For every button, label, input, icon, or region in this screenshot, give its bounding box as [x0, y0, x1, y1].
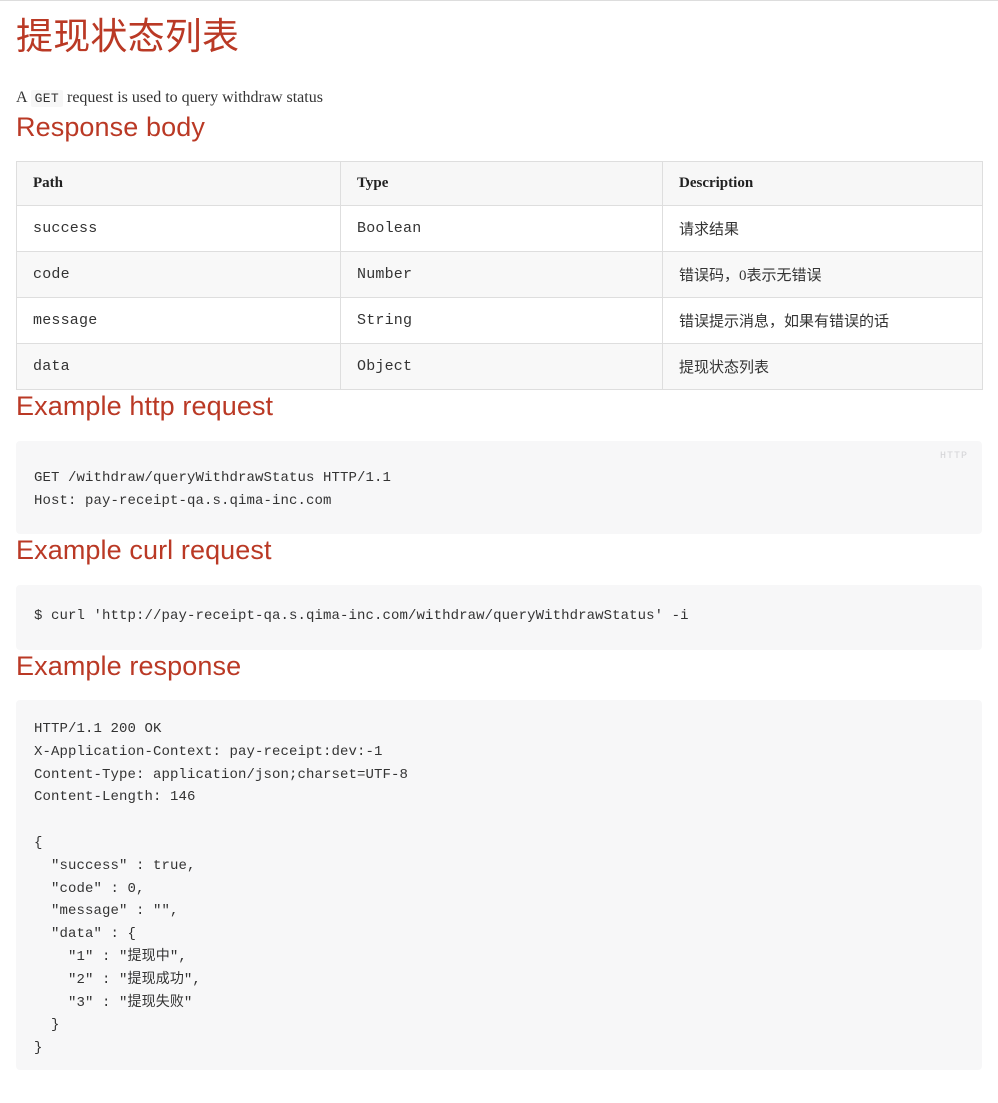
- code-block-example-response: HTTP/1.1 200 OK X-Application-Context: p…: [16, 700, 982, 1070]
- page-title: 提现状态列表: [16, 15, 982, 59]
- table-row: success Boolean 请求结果: [17, 206, 983, 252]
- code-content-curl-request: $ curl 'http://pay-receipt-qa.s.qima-inc…: [34, 605, 964, 628]
- code-block-http-request: HTTP GET /withdraw/queryWithdrawStatus H…: [16, 441, 982, 535]
- code-block-curl-request: $ curl 'http://pay-receipt-qa.s.qima-inc…: [16, 585, 982, 650]
- column-header-description: Description: [663, 162, 983, 206]
- cell-path: message: [17, 298, 341, 344]
- cell-description: 请求结果: [663, 206, 983, 252]
- code-content-example-response: HTTP/1.1 200 OK X-Application-Context: p…: [34, 718, 964, 1060]
- column-header-type: Type: [341, 162, 663, 206]
- column-header-path: Path: [17, 162, 341, 206]
- cell-type: Object: [341, 344, 663, 390]
- cell-path: data: [17, 344, 341, 390]
- cell-path: success: [17, 206, 341, 252]
- section-heading-example-response: Example response: [16, 650, 982, 682]
- language-label: HTTP: [940, 451, 968, 462]
- response-body-table: Path Type Description success Boolean 请求…: [16, 161, 983, 390]
- table-row: data Object 提现状态列表: [17, 344, 983, 390]
- cell-path: code: [17, 252, 341, 298]
- intro-prefix-text: A: [16, 89, 27, 106]
- cell-description: 错误提示消息，如果有错误的话: [663, 298, 983, 344]
- http-method-inline-code: GET: [31, 90, 63, 107]
- section-heading-response-body: Response body: [16, 111, 982, 143]
- section-heading-example-http-request: Example http request: [16, 390, 982, 422]
- table-row: code Number 错误码，0表示无错误: [17, 252, 983, 298]
- table-header-row: Path Type Description: [17, 162, 983, 206]
- cell-description: 提现状态列表: [663, 344, 983, 390]
- intro-suffix-text: request is used to query withdraw status: [67, 89, 323, 106]
- intro-paragraph: A GET request is used to query withdraw …: [16, 85, 982, 111]
- section-heading-example-curl-request: Example curl request: [16, 534, 982, 566]
- document-page: 提现状态列表 A GET request is used to query wi…: [0, 15, 998, 1070]
- table-row: message String 错误提示消息，如果有错误的话: [17, 298, 983, 344]
- cell-type: Boolean: [341, 206, 663, 252]
- cell-type: Number: [341, 252, 663, 298]
- cell-description: 错误码，0表示无错误: [663, 252, 983, 298]
- code-content-http-request: GET /withdraw/queryWithdrawStatus HTTP/1…: [34, 467, 964, 513]
- cell-type: String: [341, 298, 663, 344]
